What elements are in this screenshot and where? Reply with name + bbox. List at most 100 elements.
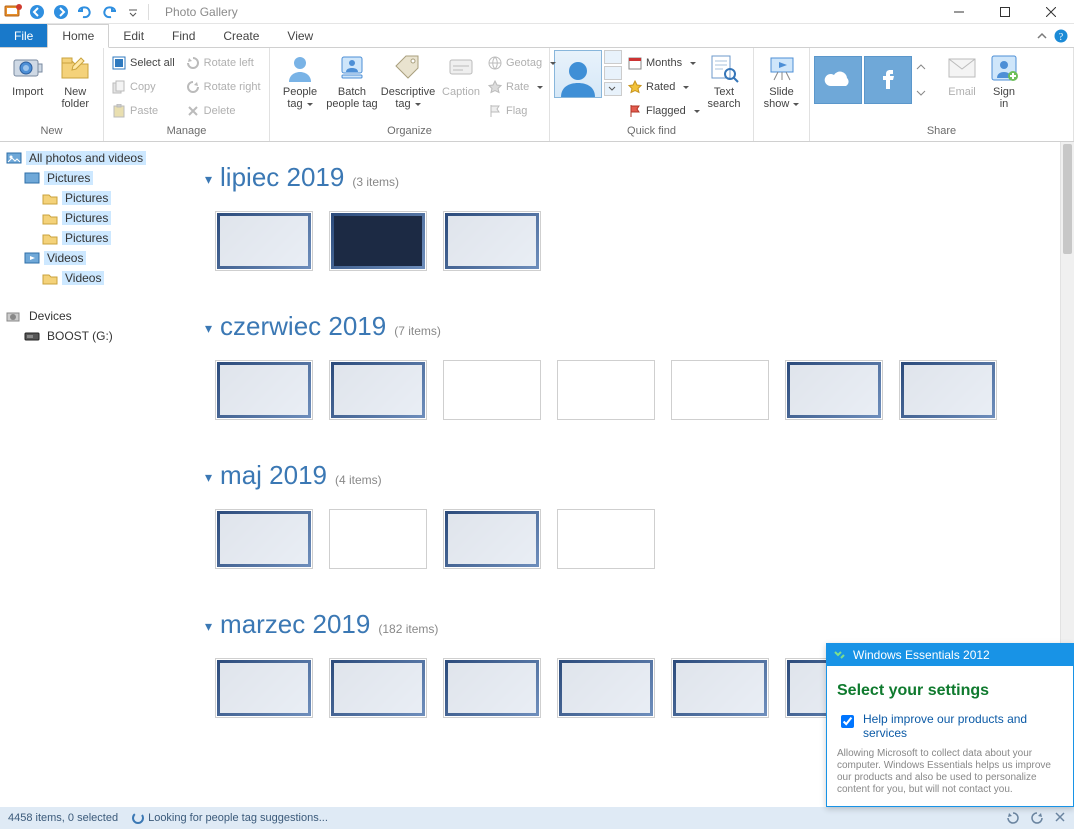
group-label-quickfind: Quick find (550, 125, 753, 141)
photo-thumb[interactable] (443, 211, 541, 271)
photo-thumb[interactable] (899, 360, 997, 420)
nav-all-photos[interactable]: All photos and videos (2, 148, 193, 168)
popup-fineprint: Allowing Microsoft to collect data about… (837, 748, 1063, 796)
month-header[interactable]: ▾ maj 2019 (4 items) (205, 460, 1074, 491)
popup-checkbox[interactable] (841, 715, 854, 728)
signin-icon (988, 52, 1020, 84)
share-skydrive-button[interactable] (814, 56, 862, 104)
undo-button[interactable] (74, 2, 96, 22)
nav-videos[interactable]: Videos (2, 248, 193, 268)
app-icon (4, 3, 22, 21)
tab-home[interactable]: Home (47, 24, 109, 48)
camera-small-icon (6, 308, 22, 324)
nav-videos-sub[interactable]: Videos (2, 268, 193, 288)
quickfind-flagged-button[interactable]: Flagged (628, 100, 702, 122)
photo-thumb[interactable] (215, 211, 313, 271)
tab-view[interactable]: View (273, 24, 327, 47)
sign-in-button[interactable]: Signin (984, 50, 1024, 110)
photo-thumb[interactable] (329, 360, 427, 420)
photo-thumb[interactable] (443, 360, 541, 420)
month-header[interactable]: ▾ lipiec 2019 (3 items) (205, 162, 1074, 193)
delete-icon (186, 104, 200, 118)
month-name: maj 2019 (220, 460, 327, 491)
photo-thumb[interactable] (329, 658, 427, 718)
share-scroll-up-icon[interactable] (916, 63, 930, 71)
window-minimize-button[interactable] (936, 0, 982, 24)
month-header[interactable]: ▾ marzec 2019 (182 items) (205, 609, 1074, 640)
nav-pictures-sub-a[interactable]: Pictures (2, 188, 193, 208)
photo-thumb[interactable] (215, 658, 313, 718)
share-facebook-button[interactable] (864, 56, 912, 104)
photo-thumb[interactable] (671, 658, 769, 718)
photo-thumb[interactable] (329, 509, 427, 569)
photo-thumb[interactable] (557, 658, 655, 718)
quickfind-rated-button[interactable]: Rated (628, 76, 702, 98)
nav-pictures-sub-b[interactable]: Pictures (2, 208, 193, 228)
chevron-down-icon: ▾ (205, 618, 212, 635)
window-close-button[interactable] (1028, 0, 1074, 24)
nav-tree[interactable]: All photos and videos Pictures Pictures … (0, 142, 195, 807)
popup-checkbox-row[interactable]: Help improve our products and services (837, 712, 1063, 740)
select-all-button[interactable]: Select all (108, 52, 182, 74)
star-gold-icon (628, 80, 642, 94)
text-search-button[interactable]: Textsearch (702, 50, 746, 110)
status-count: 4458 items, 0 selected (8, 812, 118, 824)
caption-icon (445, 52, 477, 84)
import-button[interactable]: Import (4, 50, 52, 98)
photo-thumb[interactable] (671, 360, 769, 420)
nav-pictures-sub-c[interactable]: Pictures (2, 228, 193, 248)
tab-create[interactable]: Create (209, 24, 273, 47)
photo-thumb[interactable] (443, 658, 541, 718)
globe-icon (488, 56, 502, 70)
month-thumbs (205, 211, 1074, 271)
descriptive-tag-button[interactable]: Descriptivetag (378, 50, 438, 110)
people-group-icon (336, 52, 368, 84)
svg-text:?: ? (1059, 32, 1064, 43)
quickfind-months-button[interactable]: Months (628, 52, 702, 74)
photo-thumb[interactable] (215, 509, 313, 569)
tab-edit[interactable]: Edit (109, 24, 158, 47)
rotate-right-icon (186, 80, 200, 94)
status-rotate-left-button[interactable] (1006, 811, 1020, 825)
month-header[interactable]: ▾ czerwiec 2019 (7 items) (205, 311, 1074, 342)
new-folder-button[interactable]: Newfolder (52, 50, 100, 110)
photo-thumb[interactable] (215, 360, 313, 420)
slide-show-button[interactable]: Slideshow (758, 50, 805, 110)
rotate-left-button: Rotate left (182, 52, 265, 74)
nav-forward-button[interactable] (50, 2, 72, 22)
mail-icon (946, 52, 978, 84)
quickfind-person-picker[interactable] (604, 50, 622, 96)
photo-thumb[interactable] (443, 509, 541, 569)
nav-back-button[interactable] (26, 2, 48, 22)
nav-devices[interactable]: Devices (2, 306, 193, 326)
photo-thumb[interactable] (785, 360, 883, 420)
qat-customize-button[interactable] (122, 2, 144, 22)
photo-thumb[interactable] (329, 211, 427, 271)
nav-device-boost[interactable]: BOOST (G:) (2, 326, 193, 346)
photo-thumb[interactable] (557, 360, 655, 420)
redo-button[interactable] (98, 2, 120, 22)
tab-file[interactable]: File (0, 24, 47, 47)
status-bar: 4458 items, 0 selected Looking for peopl… (0, 807, 1074, 829)
chevron-down-icon: ▾ (205, 171, 212, 188)
batch-people-tag-button[interactable]: Batchpeople tag (326, 50, 378, 110)
status-delete-button[interactable] (1054, 811, 1066, 825)
spinner-icon (132, 812, 144, 824)
windows-essentials-popup: Windows Essentials 2012 Select your sett… (826, 643, 1074, 807)
status-activity: Looking for people tag suggestions... (148, 812, 328, 824)
tab-find[interactable]: Find (158, 24, 209, 47)
people-tag-button[interactable]: Peopletag (274, 50, 326, 110)
share-scroll-down-icon[interactable] (916, 89, 930, 97)
quickfind-person-button[interactable] (554, 50, 602, 98)
month-count: (3 items) (352, 175, 399, 189)
help-button[interactable]: ? (1054, 29, 1068, 43)
ribbon-collapse-button[interactable] (1036, 30, 1048, 42)
status-rotate-right-button[interactable] (1030, 811, 1044, 825)
folder-yellow-icon (42, 210, 58, 226)
rate-button: Rate (484, 76, 542, 98)
nav-pictures[interactable]: Pictures (2, 168, 193, 188)
group-label-manage: Manage (104, 125, 269, 141)
photo-thumb[interactable] (557, 509, 655, 569)
paste-icon (112, 104, 126, 118)
window-maximize-button[interactable] (982, 0, 1028, 24)
